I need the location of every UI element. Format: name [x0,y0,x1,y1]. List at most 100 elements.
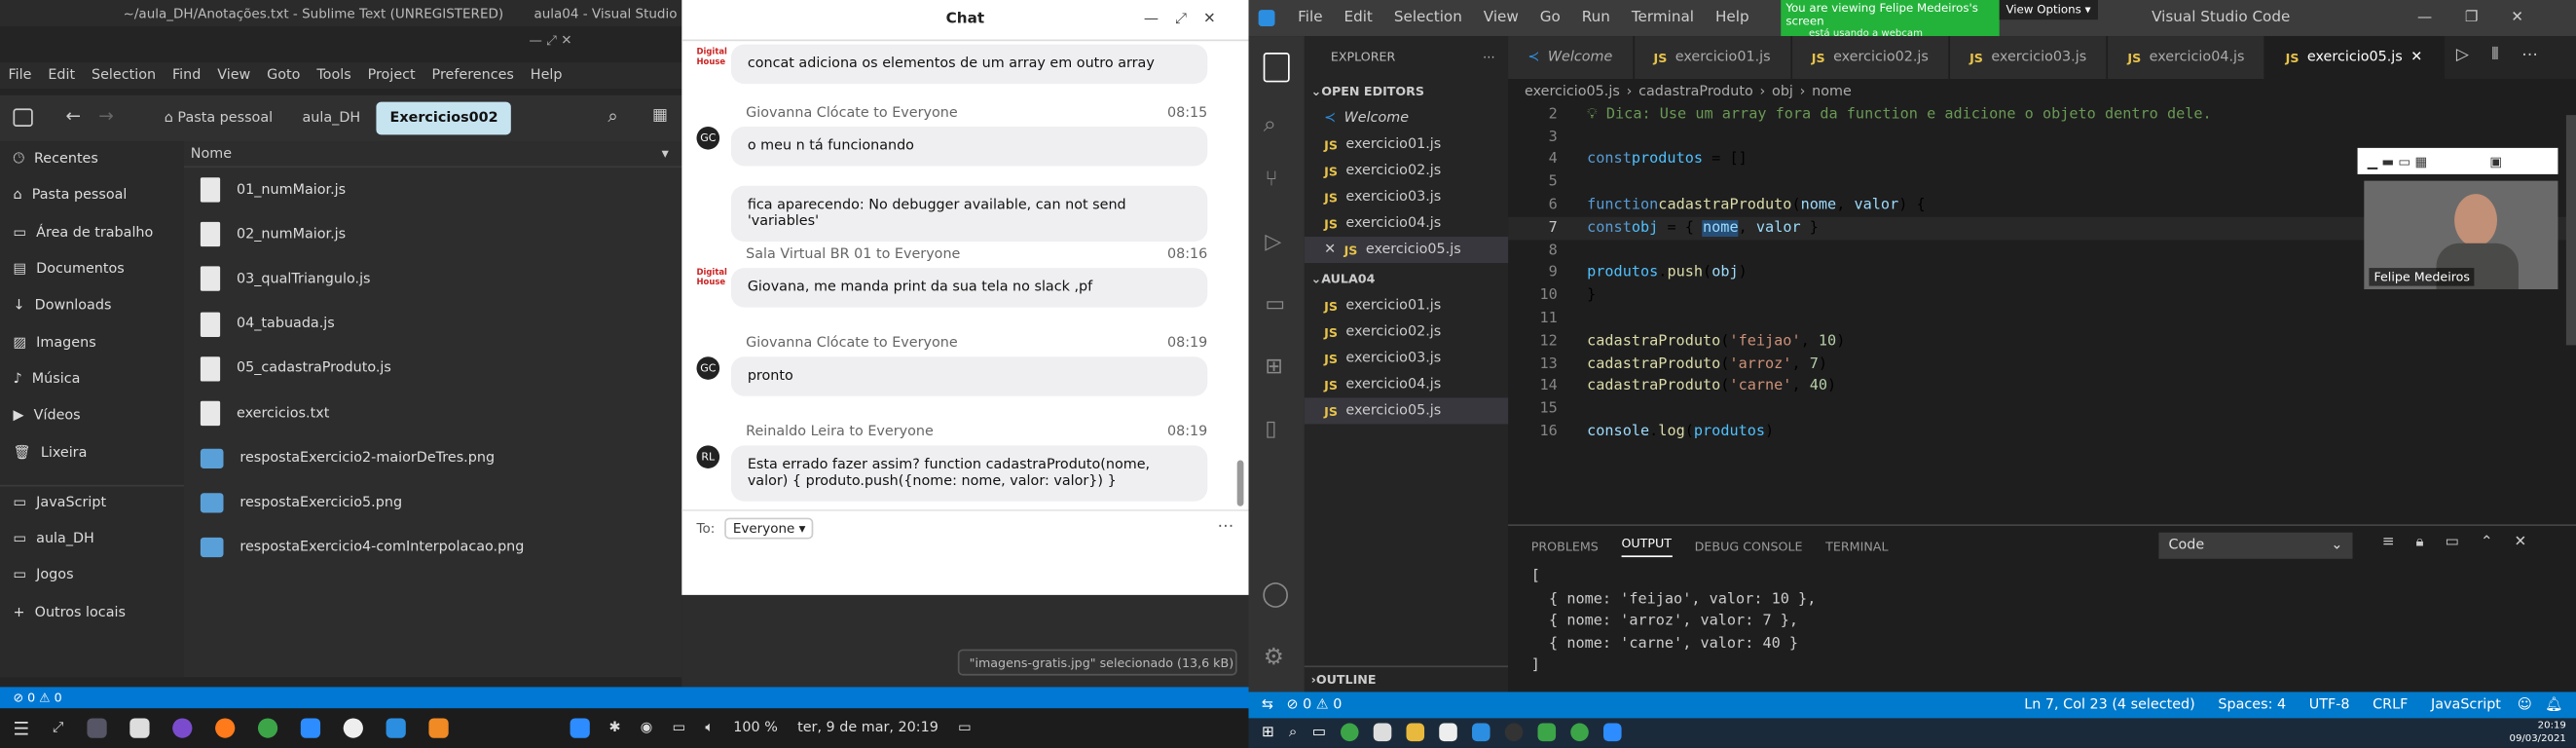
sidebar-item[interactable]: ▭ Área de trabalho [0,214,184,251]
status-item[interactable]: JavaScript [2431,697,2501,714]
editor-tab[interactable]: JS exercicio03.js [1949,36,2109,79]
bell-icon[interactable]: 🔔︎ [2545,697,2562,714]
menu-item[interactable]: File [8,67,31,84]
zoom-taskbar-icon[interactable] [1603,723,1622,742]
breadcrumb-item[interactable]: obj [1772,83,1793,99]
chrome2-taskbar-icon[interactable] [1570,723,1589,742]
file-row[interactable]: 05_cadastraProduto.js [184,347,681,392]
explorer-file[interactable]: JS exercicio03.js [1305,184,1508,210]
menu-item[interactable]: File [1298,10,1322,26]
sidebar-item[interactable]: ▶ Vídeos [0,398,184,435]
menu-item[interactable]: Find [172,67,201,84]
video-layout-controls[interactable]: ▁ ▬ ▭ ▦ ▣ [2357,147,2558,174]
status-item[interactable]: CRLF [2373,697,2408,714]
crumb-home[interactable]: ⌂ Pasta pessoal [151,102,285,135]
source-control-icon[interactable]: ⑂ [1265,168,1277,192]
menu-item[interactable]: Help [1715,10,1749,26]
menu-item[interactable]: Help [531,67,563,84]
settings-gear-icon[interactable]: ⚙ [1264,645,1284,671]
explorer-file[interactable]: JS exercicio02.js [1305,318,1508,345]
slack-tray-icon[interactable]: ✱ [609,720,621,736]
breadcrumb-item[interactable]: cadastraProduto [1638,83,1753,99]
recipient-select[interactable]: Everyone ▾ [724,517,814,540]
display-icon[interactable]: ▭ [673,720,686,736]
editor-tab[interactable]: ≺ Welcome [1508,36,1635,79]
sidebar-item[interactable]: ▭ JavaScript [0,484,184,521]
explorer-file[interactable]: ≺ Welcome [1305,105,1508,131]
crumb-aula[interactable]: aula_DH [289,102,374,135]
menu-item[interactable]: Goto [267,67,300,84]
sidebar-item[interactable]: ▭ aula_DH [0,521,184,558]
chat-input[interactable] [697,544,1231,587]
search-icon[interactable]: ⌕ [607,105,617,129]
status-item[interactable]: Ln 7, Col 23 (4 selected) [2024,697,2194,714]
output-channel-select[interactable]: Code ⌄ [2158,532,2353,559]
editor-tab[interactable]: JS exercicio02.js [1791,36,1950,79]
explorer-file[interactable]: JS exercicio04.js [1305,371,1508,397]
file-row[interactable]: 03_qualTriangulo.js [184,257,681,302]
grid-view-icon[interactable]: ▦ [652,107,668,126]
editor-scrollbar[interactable] [2565,115,2576,346]
status-item[interactable]: UTF-8 [2309,697,2350,714]
app-taskbar-icon[interactable] [1439,723,1457,742]
menu-item[interactable]: View [217,67,250,84]
menu-item[interactable]: Run [1582,10,1610,26]
menu-item[interactable]: Go [1540,10,1561,26]
close-icon[interactable]: ✕ [1324,242,1336,258]
open-editors-header[interactable]: ⌄ OPEN EDITORS [1305,76,1508,105]
crumb-current[interactable]: Exercicios002 [377,101,512,135]
close-icon[interactable]: ✕ [2410,50,2422,66]
menu-item[interactable]: Edit [1343,10,1372,26]
file-row[interactable]: 04_tabuada.js [184,302,681,347]
sidebar-item[interactable]: 🕑︎ Recentes [0,141,184,178]
menu-item[interactable]: Edit [48,67,75,84]
sidebar-item[interactable]: ↓ Downloads [0,288,184,325]
remote-status-icon[interactable]: ⇆ [1249,697,1287,714]
sublime-icon[interactable] [427,718,449,738]
explorer-file[interactable]: ✕ JS exercicio05.js [1304,237,1509,263]
menu-item[interactable]: Tools [316,67,350,84]
explorer-file[interactable]: JS exercicio01.js [1305,292,1508,318]
firefox-icon[interactable] [214,718,235,738]
store-icon[interactable] [1373,723,1392,742]
chat-scrollbar[interactable] [1236,460,1244,506]
slack-icon[interactable] [343,718,363,738]
explorer-icon[interactable] [1263,53,1290,83]
file-row[interactable]: respostaExercicio5.png [184,480,681,525]
view-options-button[interactable]: View Options ▾ [1999,0,2098,20]
app3-taskbar-icon[interactable] [1537,723,1557,742]
explorer-taskbar-icon[interactable] [1406,723,1425,742]
vscode-taskbar-icon[interactable] [1472,723,1490,742]
notebook-icon[interactable]: ▯ [1265,418,1276,442]
feedback-icon[interactable]: ☺ [2518,697,2532,714]
panel-tab[interactable]: TERMINAL [1825,539,1888,553]
sidebar-item[interactable]: ▨ Imagens [0,324,184,361]
more-options-icon[interactable]: ⋯ [1217,518,1233,537]
account-icon[interactable]: ◯ [1262,579,1289,608]
panel-tab[interactable]: PROBLEMS [1531,539,1599,553]
zoom-tray-icon[interactable] [570,718,590,738]
window-controls[interactable]: — ⤢ ✕ [529,33,571,50]
chat-window-controls[interactable]: —⤢✕ [1144,12,1233,28]
volume-icon[interactable]: 🔈︎ [705,720,714,736]
outline-header[interactable]: › OUTLINE [1304,665,1509,692]
folder-header[interactable]: ⌄ AULA04 [1305,263,1508,292]
panel-actions[interactable]: ≡🔒︎▭⌃✕ [2382,534,2548,550]
editor-tab[interactable]: JS exercicio01.js [1634,36,1792,79]
explorer-more-icon[interactable]: ⋯ [1483,49,1495,63]
sidebar-item[interactable]: + Outros locais [0,594,184,631]
breadcrumb-item[interactable]: nome [1812,83,1852,99]
vscode-window-controls[interactable]: —❐✕ [2417,10,2557,26]
app-icon[interactable] [86,718,107,738]
explorer-file[interactable]: JS exercicio02.js [1305,158,1508,184]
explorer-file[interactable]: JS exercicio05.js [1304,397,1509,425]
menu-item[interactable]: Terminal [1632,10,1694,26]
menu-icon[interactable]: ☰ [14,718,30,739]
windows-start-icon[interactable]: ⊞ [1262,724,1274,740]
file-row[interactable]: 02_numMaior.js [184,212,681,257]
vscode-icon[interactable] [386,718,406,738]
menu-item[interactable]: Project [368,67,416,84]
panel-tab[interactable]: DEBUG CONSOLE [1695,539,1803,553]
github-icon[interactable] [1504,723,1524,742]
extensions-icon[interactable]: ⊞ [1265,355,1282,380]
